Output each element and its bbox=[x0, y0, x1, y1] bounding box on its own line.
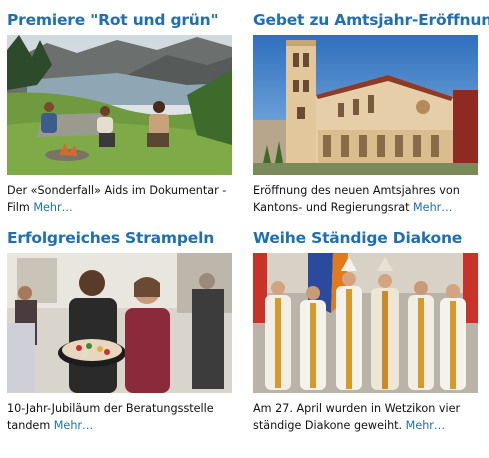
card-teaser: Eröffnung des neuen Amtsjahres von Kanto… bbox=[253, 182, 485, 216]
card-image-lake-campfire[interactable] bbox=[7, 35, 232, 175]
card-title[interactable]: Weihe Ständige Diakone bbox=[253, 227, 483, 253]
card-title-link[interactable]: Erfolgreiches Strampeln bbox=[7, 229, 214, 247]
card-teaser-text: 10-Jahr-Jubiläum der Beratungsstelle tan… bbox=[7, 402, 214, 432]
news-card-premiere: Premiere "Rot und grün" Der «Sonderfall»… bbox=[7, 9, 237, 216]
more-link[interactable]: Mehr… bbox=[413, 201, 452, 214]
card-teaser: Am 27. April wurden in Wetzikon vier stä… bbox=[253, 400, 485, 434]
card-teaser: Der «Sonderfall» Aids im Dokumentar -Fil… bbox=[7, 182, 239, 216]
card-title-link[interactable]: Gebet zu Amtsjahr-Eröffnung bbox=[253, 11, 489, 29]
card-title[interactable]: Premiere "Rot und grün" bbox=[7, 9, 237, 35]
card-title[interactable]: Erfolgreiches Strampeln bbox=[7, 227, 237, 253]
news-card-diakone: Weihe Ständige Diakone Am 27. April wurd… bbox=[253, 227, 483, 434]
card-image-ordination[interactable] bbox=[253, 253, 478, 393]
card-title-link[interactable]: Weihe Ständige Diakone bbox=[253, 229, 462, 247]
news-card-amtsjahr: Gebet zu Amtsjahr-Eröffnung Eröffnung de… bbox=[253, 9, 489, 216]
news-grid: Premiere "Rot und grün" Der «Sonderfall»… bbox=[0, 0, 489, 458]
more-link[interactable]: Mehr… bbox=[406, 419, 445, 432]
card-teaser: 10-Jahr-Jubiläum der Beratungsstelle tan… bbox=[7, 400, 239, 434]
card-title[interactable]: Gebet zu Amtsjahr-Eröffnung bbox=[253, 9, 489, 35]
more-link[interactable]: Mehr… bbox=[33, 201, 72, 214]
card-image-church[interactable] bbox=[253, 35, 478, 175]
news-card-strampeln: Erfolgreiches Strampeln 10-Jahr-Jubiläum… bbox=[7, 227, 237, 434]
card-image-jubilee-party[interactable] bbox=[7, 253, 232, 393]
more-link[interactable]: Mehr… bbox=[54, 419, 93, 432]
card-title-link[interactable]: Premiere "Rot und grün" bbox=[7, 11, 219, 29]
